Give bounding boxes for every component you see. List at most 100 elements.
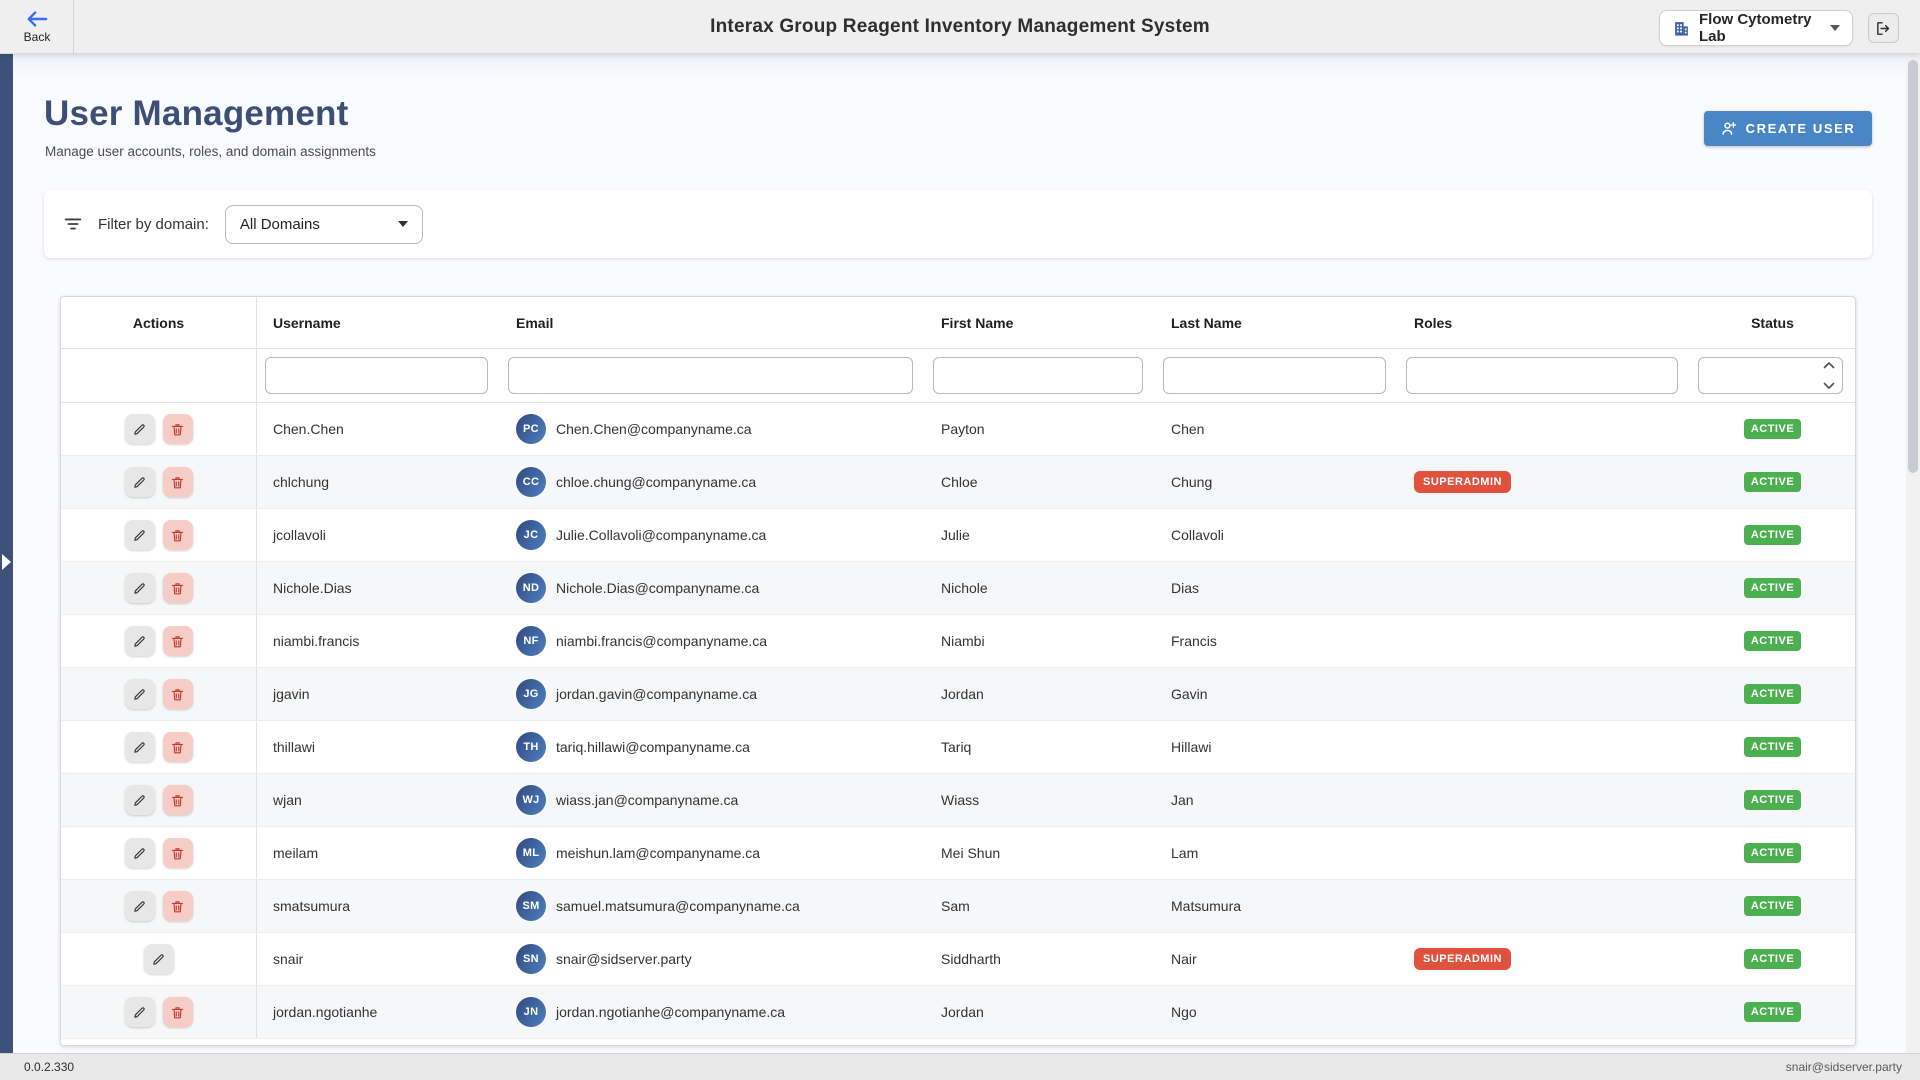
status-cell: ACTIVE — [1690, 525, 1855, 545]
email-cell: PC Chen.Chen@companyname.ca — [500, 414, 925, 444]
email-filter-input[interactable] — [508, 357, 913, 394]
delete-user-button[interactable] — [163, 785, 193, 815]
edit-user-button[interactable] — [125, 732, 155, 762]
username-cell: jcollavoli — [257, 527, 500, 543]
logout-button[interactable] — [1868, 13, 1899, 43]
last-name-filter-input[interactable] — [1163, 357, 1386, 394]
status-badge: ACTIVE — [1744, 843, 1801, 863]
username-cell: Chen.Chen — [257, 421, 500, 437]
column-header-status: Status — [1690, 315, 1855, 331]
edit-user-button[interactable] — [125, 573, 155, 603]
first-name-cell: Jordan — [925, 686, 1155, 702]
table-row: Nichole.Dias ND Nichole.Dias@companyname… — [61, 562, 1855, 615]
edit-user-button[interactable] — [125, 997, 155, 1027]
edit-user-button[interactable] — [144, 944, 174, 974]
username-cell: smatsumura — [257, 898, 500, 914]
status-badge: ACTIVE — [1744, 949, 1801, 969]
edit-user-button[interactable] — [125, 626, 155, 656]
first-name-cell: Niambi — [925, 633, 1155, 649]
domain-selector-button[interactable]: Flow Cytometry Lab — [1659, 10, 1853, 46]
delete-user-button[interactable] — [163, 891, 193, 921]
select-spinner-icons — [1823, 361, 1835, 390]
table-row: jcollavoli JC Julie.Collavoli@companynam… — [61, 509, 1855, 562]
table-row: smatsumura SM samuel.matsumura@companyna… — [61, 880, 1855, 933]
actions-cell — [61, 403, 257, 455]
create-user-button[interactable]: CREATE USER — [1704, 111, 1872, 146]
email-cell: SN snair@sidserver.party — [500, 944, 925, 974]
last-name-cell: Chen — [1155, 421, 1398, 437]
filter-cell-actions — [61, 349, 257, 402]
avatar: JC — [516, 520, 546, 550]
avatar: SM — [516, 891, 546, 921]
avatar: PC — [516, 414, 546, 444]
chevron-down-icon — [1830, 25, 1840, 31]
table-row: meilam ML meishun.lam@companyname.ca Mei… — [61, 827, 1855, 880]
column-header-email: Email — [500, 315, 925, 331]
edit-user-button[interactable] — [125, 679, 155, 709]
edit-user-button[interactable] — [125, 467, 155, 497]
first-name-filter-input[interactable] — [933, 357, 1143, 394]
vertical-scrollbar[interactable] — [1906, 54, 1920, 1053]
page-title: User Management — [44, 94, 348, 134]
table-row: wjan WJ wiass.jan@companyname.ca Wiass J… — [61, 774, 1855, 827]
avatar: NF — [516, 626, 546, 656]
username-filter-input[interactable] — [265, 357, 488, 394]
edit-user-button[interactable] — [125, 785, 155, 815]
status-cell: ACTIVE — [1690, 843, 1855, 863]
roles-filter-input[interactable] — [1406, 357, 1678, 394]
status-badge: ACTIVE — [1744, 578, 1801, 598]
first-name-cell: Payton — [925, 421, 1155, 437]
actions-cell — [61, 986, 257, 1038]
actions-cell — [61, 562, 257, 614]
table-row: niambi.francis NF niambi.francis@company… — [61, 615, 1855, 668]
last-name-cell: Dias — [1155, 580, 1398, 596]
username-cell: thillawi — [257, 739, 500, 755]
app-title: Interax Group Reagent Inventory Manageme… — [0, 0, 1920, 54]
email-text: Julie.Collavoli@companyname.ca — [556, 527, 766, 543]
scrollbar-thumb[interactable] — [1908, 60, 1918, 473]
last-name-cell: Lam — [1155, 845, 1398, 861]
last-name-cell: Nair — [1155, 951, 1398, 967]
first-name-cell: Nichole — [925, 580, 1155, 596]
status-badge: ACTIVE — [1744, 1002, 1801, 1022]
email-text: niambi.francis@companyname.ca — [556, 633, 767, 649]
first-name-cell: Chloe — [925, 474, 1155, 490]
status-cell: ACTIVE — [1690, 949, 1855, 969]
first-name-cell: Sam — [925, 898, 1155, 914]
status-cell: ACTIVE — [1690, 896, 1855, 916]
actions-cell — [61, 668, 257, 720]
roles-cell: SUPERADMIN — [1398, 948, 1690, 970]
delete-user-button[interactable] — [163, 679, 193, 709]
sidebar-expand-handle[interactable] — [2, 554, 11, 570]
edit-user-button[interactable] — [125, 414, 155, 444]
delete-user-button[interactable] — [163, 573, 193, 603]
email-cell: JG jordan.gavin@companyname.ca — [500, 679, 925, 709]
delete-user-button[interactable] — [163, 467, 193, 497]
delete-user-button[interactable] — [163, 626, 193, 656]
status-filter-select[interactable] — [1698, 357, 1843, 394]
email-text: tariq.hillawi@companyname.ca — [556, 739, 750, 755]
role-badge: SUPERADMIN — [1414, 471, 1511, 493]
avatar: ML — [516, 838, 546, 868]
filter-icon — [62, 213, 84, 235]
delete-user-button[interactable] — [163, 838, 193, 868]
domain-filter-select[interactable]: All Domains — [225, 205, 423, 244]
email-text: Nichole.Dias@companyname.ca — [556, 580, 759, 596]
delete-user-button[interactable] — [163, 520, 193, 550]
actions-cell — [61, 774, 257, 826]
status-cell: ACTIVE — [1690, 419, 1855, 439]
edit-user-button[interactable] — [125, 520, 155, 550]
email-cell: CC chloe.chung@companyname.ca — [500, 467, 925, 497]
email-cell: JN jordan.ngotianhe@companyname.ca — [500, 997, 925, 1027]
delete-user-button[interactable] — [163, 414, 193, 444]
table-row: jgavin JG jordan.gavin@companyname.ca Jo… — [61, 668, 1855, 721]
first-name-cell: Wiass — [925, 792, 1155, 808]
delete-user-button[interactable] — [163, 997, 193, 1027]
edit-user-button[interactable] — [125, 838, 155, 868]
edit-user-button[interactable] — [125, 891, 155, 921]
avatar: SN — [516, 944, 546, 974]
status-cell: ACTIVE — [1690, 684, 1855, 704]
delete-user-button[interactable] — [163, 732, 193, 762]
last-name-cell: Hillawi — [1155, 739, 1398, 755]
last-name-cell: Francis — [1155, 633, 1398, 649]
